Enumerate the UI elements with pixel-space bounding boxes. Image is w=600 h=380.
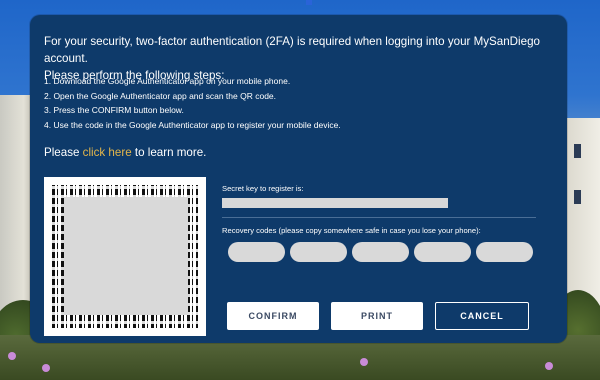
recovery-code-5	[476, 242, 533, 262]
recovery-code-4	[414, 242, 471, 262]
learn-more-text: Please click here to learn more.	[44, 146, 206, 159]
recovery-codes-label: Recovery codes (please copy somewhere sa…	[222, 226, 481, 235]
divider	[222, 217, 536, 218]
flower	[8, 352, 16, 360]
secret-key-label: Secret key to register is:	[222, 184, 304, 193]
window	[574, 190, 581, 204]
cancel-button[interactable]: CANCEL	[435, 302, 529, 330]
qr-code	[44, 177, 206, 336]
flower	[360, 358, 368, 366]
learn-more-link[interactable]: click here	[83, 146, 132, 159]
window	[574, 144, 581, 158]
learn-suffix: to learn more.	[131, 146, 207, 159]
step-4: 4. Use the code in the Google Authentica…	[44, 119, 341, 130]
flower	[42, 364, 50, 372]
print-button[interactable]: PRINT	[331, 302, 423, 330]
steps-list: 1. Download the Google Authenticator app…	[44, 74, 341, 132]
qr-redacted-area	[64, 197, 188, 315]
learn-prefix: Please	[44, 146, 83, 159]
recovery-code-1	[228, 242, 285, 262]
step-2: 2. Open the Google Authenticator app and…	[44, 90, 277, 101]
intro-line1: For your security, two-factor authentica…	[44, 35, 540, 65]
secret-key-value	[222, 198, 448, 208]
confirm-button[interactable]: CONFIRM	[227, 302, 319, 330]
top-marker	[306, 0, 312, 5]
recovery-code-2	[290, 242, 347, 262]
flower	[545, 362, 553, 370]
step-3: 3. Press the CONFIRM button below.	[44, 105, 184, 116]
two-factor-panel: For your security, two-factor authentica…	[30, 15, 567, 343]
recovery-code-3	[352, 242, 409, 262]
step-1: 1. Download the Google Authenticator app…	[44, 76, 291, 86]
